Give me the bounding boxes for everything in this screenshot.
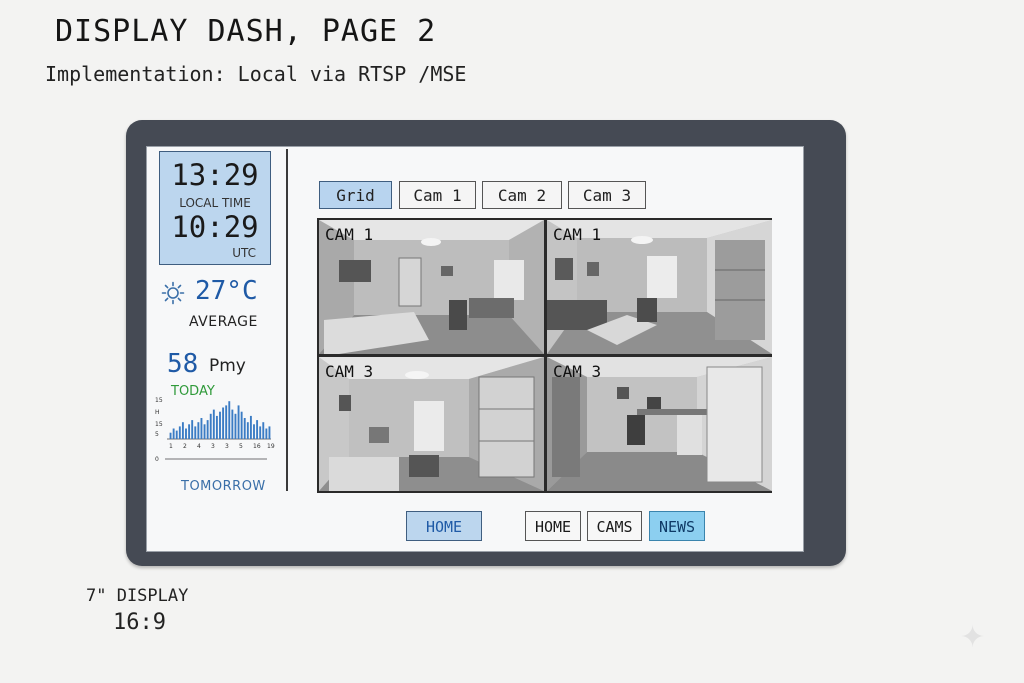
chart-bar xyxy=(209,413,212,439)
chart-ytick-label: 5 xyxy=(155,431,159,438)
temperature-value: 27°C xyxy=(195,276,258,306)
chart-bar xyxy=(256,420,259,439)
local-time-label: LOCAL TIME xyxy=(179,196,251,210)
chart-xtick-label: 1 xyxy=(169,443,173,450)
tab-grid[interactable]: Grid xyxy=(319,181,392,209)
chart-zero-label: 0 xyxy=(155,456,159,463)
chart-bar xyxy=(237,405,240,439)
camera-label: CAM 1 xyxy=(325,225,374,244)
utc-time: 10:29 xyxy=(171,210,259,244)
chart-bar xyxy=(253,424,255,439)
camera-feed-4[interactable]: CAM 3 xyxy=(547,357,772,491)
sketch-title: DISPLAY DASH, PAGE 2 xyxy=(55,14,437,49)
chart-xtick-label: 16 xyxy=(253,443,261,450)
chart-bar xyxy=(215,415,218,439)
tablet-device: 13:29 LOCAL TIME 10:29 UTC 27°C AVERAGE … xyxy=(126,120,846,566)
chart-bar xyxy=(181,422,184,439)
chart-bar xyxy=(219,411,221,439)
chart-bar xyxy=(178,426,181,439)
left-info-panel: 13:29 LOCAL TIME 10:29 UTC 27°C AVERAGE … xyxy=(147,147,283,551)
nav-cams-button[interactable]: CAMS xyxy=(587,511,642,541)
pm-unit: Pmy xyxy=(209,356,246,376)
chart-bar xyxy=(265,428,268,439)
chart-bar xyxy=(200,418,203,439)
tab-cam-1[interactable]: Cam 1 xyxy=(399,181,476,209)
clock-widget: 13:29 LOCAL TIME 10:29 UTC xyxy=(159,151,271,265)
chart-bar xyxy=(225,405,228,439)
temperature-label: AVERAGE xyxy=(189,314,258,330)
chart-bar xyxy=(228,401,231,439)
local-time: 13:29 xyxy=(171,158,259,192)
chart-xtick-label: 3 xyxy=(211,443,215,450)
chart-xtick-label: 3 xyxy=(225,443,229,450)
chart-ytick-label: 15 xyxy=(155,421,163,428)
camera-label: CAM 3 xyxy=(325,362,374,381)
chart-bar xyxy=(194,426,197,439)
chart-bar xyxy=(268,426,271,439)
tab-cam-3[interactable]: Cam 3 xyxy=(568,181,646,209)
pm-bar-chart: 15 H 15 5 1 2 4 3 3 5 16 19 0 xyxy=(155,397,275,463)
chart-bar xyxy=(191,420,194,439)
chart-bar xyxy=(249,415,252,439)
nav-home-button[interactable]: HOME xyxy=(525,511,581,541)
camera-grid: CAM 1 CAM 1 CAM 3 CAM 3 xyxy=(317,218,772,493)
nav-news-button[interactable]: NEWS xyxy=(649,511,705,541)
chart-bar xyxy=(203,424,206,439)
chart-xtick-label: 4 xyxy=(197,443,201,450)
chart-bar xyxy=(175,430,178,439)
home-primary-button[interactable]: HOME xyxy=(406,511,482,541)
chart-ytick-label: 15 xyxy=(155,397,163,404)
aspect-ratio-note: 16:9 xyxy=(113,610,166,635)
chart-bar xyxy=(197,422,200,439)
camera-feed-1[interactable]: CAM 1 xyxy=(319,220,544,354)
chart-bar xyxy=(262,422,265,439)
camera-feed-3[interactable]: CAM 3 xyxy=(319,357,544,491)
chart-bar xyxy=(231,409,234,439)
chart-xtick-label: 5 xyxy=(239,443,243,450)
chart-bar xyxy=(169,432,172,439)
chart-bar xyxy=(259,426,262,439)
sketch-subtitle: Implementation: Local via RTSP /MSE xyxy=(45,62,467,86)
sparkle-icon: ✦ xyxy=(960,620,986,655)
chart-bar xyxy=(212,409,215,439)
pm-value: 58 xyxy=(167,349,199,379)
chart-bar xyxy=(234,413,237,439)
camera-feed-2[interactable]: CAM 1 xyxy=(547,220,772,354)
chart-bar xyxy=(188,424,191,439)
chart-bar xyxy=(243,418,246,439)
chart-bar xyxy=(206,420,209,439)
chart-bar xyxy=(240,411,243,439)
camera-label: CAM 1 xyxy=(553,225,602,244)
chart-bar xyxy=(172,428,175,439)
utc-label: UTC xyxy=(232,246,256,260)
device-screen: 13:29 LOCAL TIME 10:29 UTC 27°C AVERAGE … xyxy=(146,146,804,552)
camera-label: CAM 3 xyxy=(553,362,602,381)
chart-bar xyxy=(222,407,225,439)
tomorrow-label: TOMORROW xyxy=(181,479,266,494)
chart-xtick-label: 19 xyxy=(267,443,275,450)
chart-bar xyxy=(246,422,249,439)
chart-ytick-label: H xyxy=(155,409,160,416)
panel-divider xyxy=(286,149,288,491)
chart-xtick-label: 2 xyxy=(183,443,187,450)
display-size-note: 7" DISPLAY xyxy=(86,586,189,606)
chart-bar xyxy=(185,428,187,439)
sun-icon xyxy=(161,281,185,305)
tab-cam-2[interactable]: Cam 2 xyxy=(482,181,562,209)
